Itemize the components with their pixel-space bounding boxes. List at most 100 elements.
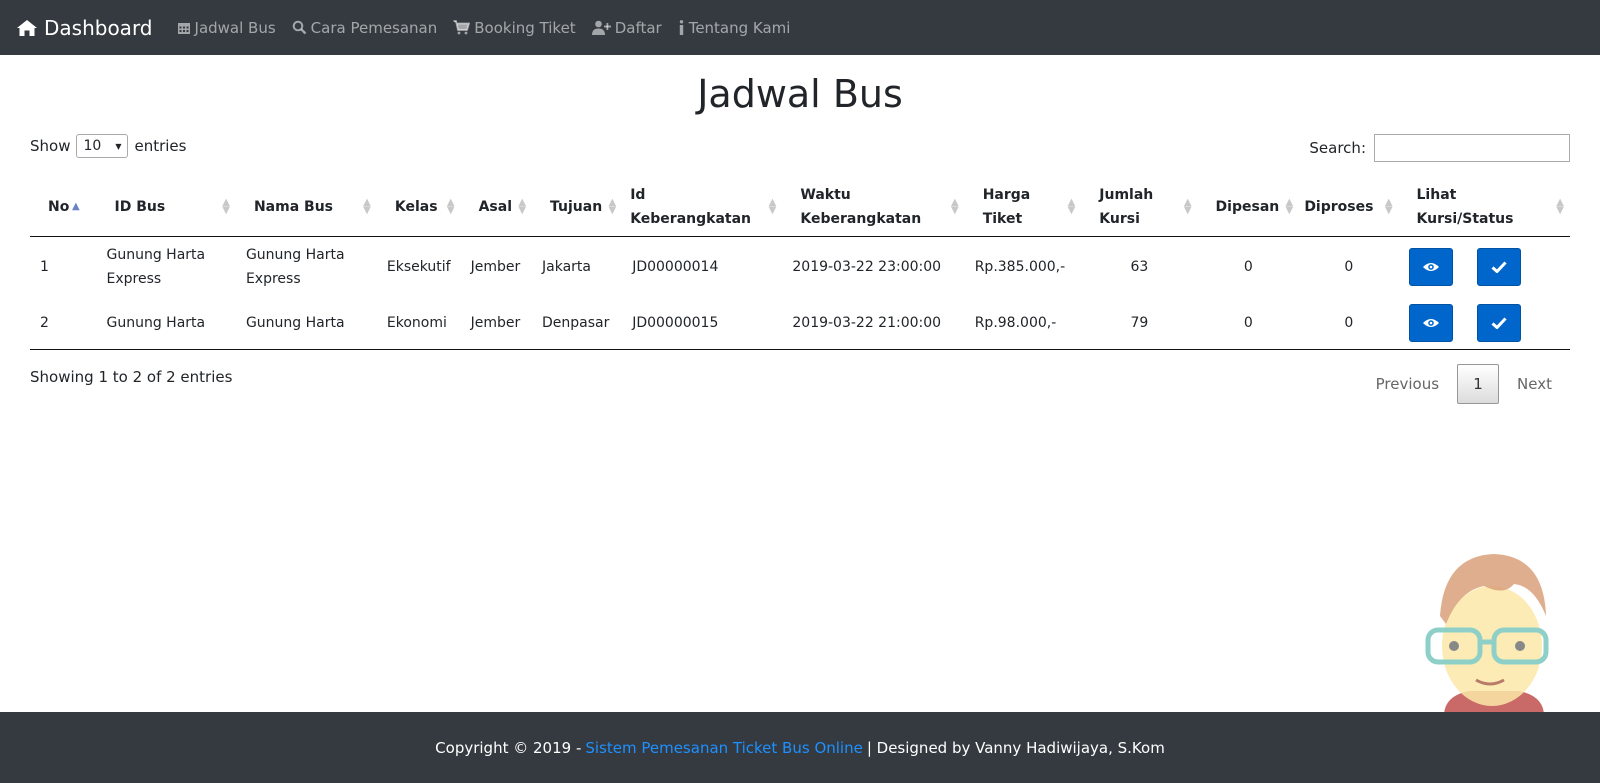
cell-asal: Jember <box>460 297 533 350</box>
sort-icon: ▲ ▼ <box>1285 197 1294 216</box>
cell-tujuan: Denpasar <box>532 297 623 350</box>
table-row: 2 Gunung Harta Gunung Harta Ekonomi Jemb… <box>30 297 1570 350</box>
bus-schedule-table: No ▲ ID Bus ▲ ▼ Nama Bus ▲ ▼ Kelas ▲ ▼ Asal ▲ ▼ T… <box>30 178 1570 350</box>
cell-diproses: 0 <box>1299 297 1399 350</box>
nav-item-daftar[interactable]: Daftar <box>591 18 662 37</box>
cell-id-keberangkatan: JD00000014 <box>632 259 719 275</box>
entries-select-value: 10 <box>83 138 102 154</box>
cell-id-bus: Gunung Harta Express <box>106 247 206 287</box>
chevron-down-icon: ▼ <box>115 141 122 151</box>
view-seats-button[interactable] <box>1408 304 1453 342</box>
column-header-diproses[interactable]: Diproses ▲ ▼ <box>1299 178 1399 237</box>
nav-item-label: Tentang Kami <box>688 18 791 37</box>
table-info: Showing 1 to 2 of 2 entries <box>30 368 233 386</box>
entries-label: entries <box>134 137 187 155</box>
nav-item-jadwal-bus[interactable]: Jadwal Bus <box>177 19 276 37</box>
info-icon <box>679 20 683 35</box>
search-input[interactable] <box>1374 134 1570 162</box>
brand-dashboard-link[interactable]: Dashboard <box>16 16 153 40</box>
confirm-status-button[interactable] <box>1476 248 1521 286</box>
page-title: Jadwal Bus <box>697 72 903 116</box>
cell-actions <box>1398 297 1570 350</box>
cell-waktu-keberangkatan: 2019-03-22 23:00:00 <box>792 259 942 275</box>
nav-item-label: Booking Tiket <box>474 18 576 37</box>
column-header-jumlah-kursi[interactable]: Jumlah Kursi ▲ ▼ <box>1081 178 1198 237</box>
column-header-no[interactable]: No ▲ <box>30 178 97 237</box>
footer-copyright: Copyright © 2019 - <box>435 738 582 757</box>
column-header-tujuan[interactable]: Tujuan ▲ ▼ <box>532 178 623 237</box>
sort-icon: ▲ ▼ <box>1384 197 1393 216</box>
sort-icon: ▲ ▼ <box>222 197 230 216</box>
footer-link[interactable]: Sistem Pemesanan Ticket Bus Online <box>585 739 862 757</box>
sort-icon: ▲ ▼ <box>518 197 527 216</box>
footer-designer: | Designed by Vanny Hadiwijaya, S.Kom <box>866 738 1165 757</box>
nav-item-tentang-kami[interactable]: Tentang Kami <box>678 18 791 37</box>
column-header-waktu-keberangkatan[interactable]: Waktu Keberangkatan ▲ ▼ <box>782 178 965 237</box>
table-row: 1 Gunung Harta Express Gunung Harta Expr… <box>30 237 1570 298</box>
entries-select[interactable]: 10 ▼ <box>76 134 129 158</box>
column-header-kelas[interactable]: Kelas ▲ ▼ <box>376 178 461 237</box>
sort-asc-icon: ▲ <box>72 201 80 212</box>
cell-id-bus: Gunung Harta <box>96 297 236 350</box>
search-label: Search: <box>1309 139 1366 157</box>
pagination: Previous 1 Next <box>1358 364 1570 404</box>
eye-icon <box>1422 319 1439 327</box>
cell-asal: Jember <box>470 259 521 275</box>
table-search: Search: <box>1309 134 1570 162</box>
search-icon <box>292 20 307 35</box>
column-header-dipesan[interactable]: Dipesan ▲ ▼ <box>1197 178 1300 237</box>
cell-tujuan: Jakarta <box>542 259 591 275</box>
sort-icon: ▲ ▼ <box>768 197 777 216</box>
column-header-nama-bus[interactable]: Nama Bus ▲ ▼ <box>235 178 377 237</box>
sort-icon: ▲ ▼ <box>1556 197 1564 216</box>
sort-icon: ▲ ▼ <box>363 197 371 216</box>
table-header-row: No ▲ ID Bus ▲ ▼ Nama Bus ▲ ▼ Kelas ▲ ▼ Asal ▲ ▼ T… <box>30 178 1570 237</box>
show-label: Show <box>30 137 71 155</box>
nav-item-label: Daftar <box>614 18 662 37</box>
pagination-next[interactable]: Next <box>1499 375 1570 393</box>
cell-actions <box>1399 237 1570 298</box>
brand-label: Dashboard <box>44 15 153 40</box>
cell-harga-tiket: Rp.98.000,- <box>964 297 1082 350</box>
entries-length-control: Show 10 ▼ entries <box>30 134 186 158</box>
cell-harga-tiket: Rp.385.000,- <box>974 259 1066 275</box>
nav-item-label: Cara Pemesanan <box>310 18 438 37</box>
nav-item-cara-pemesanan[interactable]: Cara Pemesanan <box>292 18 438 37</box>
column-header-id-bus[interactable]: ID Bus ▲ ▼ <box>96 178 236 237</box>
eye-icon <box>1422 263 1439 271</box>
cell-id-keberangkatan: JD00000015 <box>622 297 783 350</box>
nav-item-label: Jadwal Bus <box>194 18 276 37</box>
confirm-status-button[interactable] <box>1476 304 1521 342</box>
cell-diproses: 0 <box>1344 259 1354 275</box>
home-icon <box>17 19 37 36</box>
top-navbar: Dashboard Jadwal Bus Cara Pemesanan Book… <box>0 0 1600 55</box>
check-icon <box>1491 317 1507 329</box>
cell-no: 2 <box>30 297 97 350</box>
cell-jumlah-kursi: 79 <box>1081 297 1198 350</box>
shopping-cart-icon <box>453 20 471 35</box>
user-plus-icon <box>591 20 611 35</box>
column-header-harga-tiket[interactable]: Harga Tiket ▲ ▼ <box>964 178 1082 237</box>
cell-dipesan: 0 <box>1243 259 1253 275</box>
page-footer: Copyright © 2019 - Sistem Pemesanan Tick… <box>0 712 1600 783</box>
pagination-page-current[interactable]: 1 <box>1457 364 1500 404</box>
column-header-lihat-kursi-status[interactable]: Lihat Kursi/Status ▲ ▼ <box>1398 178 1570 237</box>
sort-icon: ▲ ▼ <box>1067 197 1076 216</box>
calendar-icon <box>177 22 190 34</box>
cell-nama-bus: Gunung Harta <box>235 297 377 350</box>
cell-nama-bus: Gunung Harta Express <box>245 247 345 287</box>
sort-icon: ▲ ▼ <box>608 197 617 216</box>
pagination-previous[interactable]: Previous <box>1358 375 1457 393</box>
sort-icon: ▲ ▼ <box>446 197 455 216</box>
cell-jumlah-kursi: 63 <box>1130 259 1149 275</box>
cell-no: 1 <box>40 259 49 275</box>
sort-icon: ▲ ▼ <box>951 197 959 216</box>
nav-item-booking-tiket[interactable]: Booking Tiket <box>453 18 576 37</box>
cell-dipesan: 0 <box>1197 297 1300 350</box>
sort-icon: ▲ ▼ <box>1183 197 1192 216</box>
column-header-asal[interactable]: Asal ▲ ▼ <box>460 178 533 237</box>
cell-kelas: Ekonomi <box>376 297 461 350</box>
column-header-id-keberangkatan[interactable]: Id Keberangkatan ▲ ▼ <box>622 178 783 237</box>
check-icon <box>1491 261 1507 273</box>
view-seats-button[interactable] <box>1408 248 1453 286</box>
